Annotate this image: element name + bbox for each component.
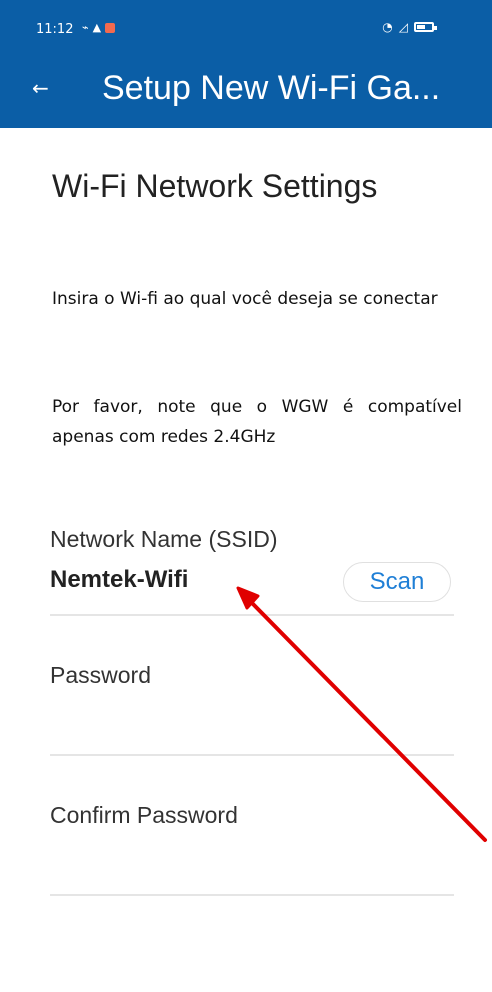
confirm-password-divider <box>50 894 454 896</box>
password-divider <box>50 754 454 756</box>
info-text-compatibility: Por favor, note que o WGW é compatível a… <box>52 397 462 447</box>
status-right-icons: ◔ ◿ <box>382 20 437 34</box>
cell-signal-icon: ◿ <box>398 20 408 34</box>
info-text-connect: Insira o Wi-fi ao qual você deseja se co… <box>52 289 438 309</box>
ssid-label: Network Name (SSID) <box>50 526 278 552</box>
annotation-arrow <box>236 586 487 842</box>
section-title: Wi-Fi Network Settings <box>52 168 378 204</box>
app-bar: ← Setup New Wi-Fi Ga... <box>0 52 492 128</box>
status-bar: 11:12 ⌁ ▲ ◔ ◿ <box>0 0 492 52</box>
status-time: 11:12 <box>36 22 74 37</box>
password-label: Password <box>50 662 151 688</box>
confirm-password-field[interactable] <box>50 848 458 886</box>
wifi-icon: ◔ <box>382 20 393 34</box>
ssid-field[interactable]: Nemtek-Wifi <box>50 566 188 594</box>
password-field[interactable] <box>50 708 458 746</box>
app-icon <box>105 22 116 33</box>
notification-icon: ▲ <box>92 21 102 34</box>
battery-icon <box>414 22 437 32</box>
scan-button[interactable]: Scan <box>343 562 451 602</box>
status-left-icons: ⌁ ▲ <box>82 21 116 34</box>
signal-icon: ⌁ <box>82 21 89 34</box>
ssid-divider <box>50 614 454 616</box>
back-arrow-icon[interactable]: ← <box>32 76 49 100</box>
page-title: Setup New Wi-Fi Ga... <box>102 69 441 107</box>
confirm-password-label: Confirm Password <box>50 802 238 828</box>
